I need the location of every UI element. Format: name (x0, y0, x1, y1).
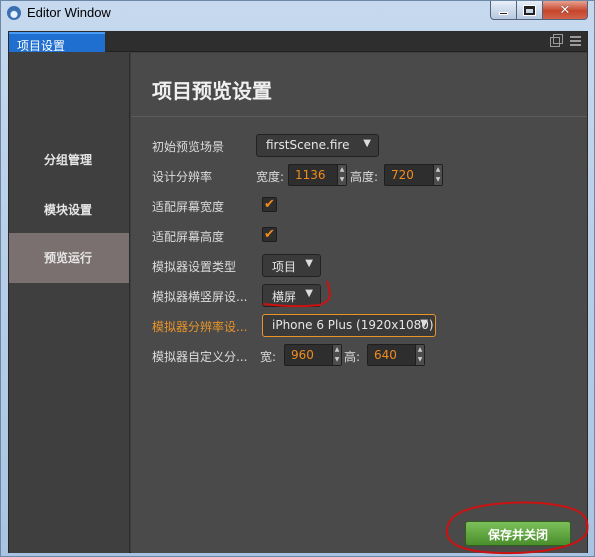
row-sim-orientation: 模拟器横竖屏设... 横屏 ▼ (152, 284, 572, 308)
page-title: 项目预览设置 (152, 79, 272, 103)
sim-width-input[interactable]: 960 ▲ ▼ (284, 344, 342, 366)
row-sim-type: 模拟器设置类型 项目 ▼ (152, 254, 572, 278)
sim-height-input[interactable]: 640 ▲ ▼ (367, 344, 425, 366)
window-title: Editor Window (27, 5, 111, 20)
panel-menu-icon[interactable] (570, 36, 581, 48)
sim-custom-label: 模拟器自定义分... (152, 350, 248, 364)
tab-bar: 项目设置 (9, 32, 587, 53)
row-start-scene: 初始预览场景 firstScene.fire ▼ (152, 134, 572, 158)
minimize-icon (499, 11, 508, 15)
sidebar-item-preview-run[interactable]: 预览运行 (9, 233, 129, 283)
row-fit-height: 适配屏幕高度 ✔ (152, 224, 572, 248)
settings-sidebar: 分组管理 模块设置 预览运行 (9, 53, 130, 553)
sidebar-item-module-settings[interactable]: 模块设置 (9, 185, 129, 235)
title-divider (131, 116, 587, 117)
tab-project-settings[interactable]: 项目设置 (9, 32, 105, 53)
sim-type-label: 模拟器设置类型 (152, 260, 237, 274)
design-width-value: 1136 (295, 168, 326, 182)
sim-height-stepper[interactable]: ▲ ▼ (415, 345, 424, 365)
design-height-stepper[interactable]: ▲ ▼ (433, 165, 442, 185)
settings-content: 项目预览设置 初始预览场景 firstScene.fire ▼ 设计分辨率 宽度… (131, 53, 587, 553)
close-icon: ✕ (559, 2, 571, 18)
maximize-icon (523, 4, 536, 16)
design-height-label: 高度: (350, 170, 379, 184)
close-button[interactable]: ✕ (542, 1, 588, 20)
client-area: 项目设置 分组管理 模块设置 预览运行 项目预览设置 初始预览场景 firstS… (8, 31, 588, 553)
sim-width-label: 宽: (260, 350, 277, 364)
sim-width-value: 960 (291, 348, 314, 362)
fit-height-checkbox[interactable]: ✔ (262, 227, 277, 242)
fit-width-checkbox[interactable]: ✔ (262, 197, 277, 212)
sidebar-item-group-manage[interactable]: 分组管理 (9, 135, 129, 185)
design-width-label: 宽度: (256, 170, 285, 184)
sim-resolution-value: iPhone 6 Plus (1920x1080) (272, 318, 434, 332)
sim-type-dropdown[interactable]: 项目 ▼ (262, 254, 321, 277)
chevron-down-icon: ▼ (305, 258, 313, 269)
sim-orientation-label: 模拟器横竖屏设... (152, 290, 248, 304)
app-icon (7, 6, 21, 20)
design-width-stepper[interactable]: ▲ ▼ (337, 165, 346, 185)
minimize-button[interactable] (490, 1, 517, 20)
spin-down-icon: ▼ (417, 356, 423, 363)
chevron-down-icon: ▼ (305, 288, 313, 299)
fit-height-label: 适配屏幕高度 (152, 230, 225, 244)
start-scene-dropdown[interactable]: firstScene.fire ▼ (256, 134, 379, 157)
maximize-button[interactable] (516, 1, 543, 20)
sim-orientation-value: 横屏 (272, 290, 297, 304)
sim-width-stepper[interactable]: ▲ ▼ (332, 345, 341, 365)
chevron-down-icon: ▼ (363, 138, 371, 149)
tab-tools (550, 34, 581, 48)
design-res-label: 设计分辨率 (152, 170, 213, 184)
chevron-down-icon: ▼ (420, 318, 428, 329)
sim-type-value: 项目 (272, 260, 297, 274)
design-width-input[interactable]: 1136 ▲ ▼ (288, 164, 347, 186)
sim-orientation-dropdown[interactable]: 横屏 ▼ (262, 284, 321, 307)
spin-up-icon: ▲ (435, 166, 441, 173)
spin-up-icon: ▲ (334, 346, 340, 353)
spin-up-icon: ▲ (417, 346, 423, 353)
title-bar[interactable]: Editor Window ✕ (1, 1, 594, 27)
spin-up-icon: ▲ (339, 166, 345, 173)
sim-resolution-label: 模拟器分辨率设... (152, 320, 248, 334)
start-scene-value: firstScene.fire (266, 138, 350, 152)
sim-height-value: 640 (374, 348, 397, 362)
save-and-close-button[interactable]: 保存并关闭 (465, 521, 571, 546)
spin-down-icon: ▼ (339, 176, 345, 183)
row-sim-custom: 模拟器自定义分... 宽: 960 ▲ ▼ 高: 640 ▲ ▼ (152, 344, 572, 368)
row-design-resolution: 设计分辨率 宽度: 1136 ▲ ▼ 高度: 720 ▲ ▼ (152, 164, 572, 188)
restore-panel-icon[interactable] (550, 34, 563, 47)
sim-height-label: 高: (344, 350, 361, 364)
design-height-value: 720 (391, 168, 414, 182)
editor-window: Editor Window ✕ 项目设置 分组管理 模块设置 预览运行 项目预览… (0, 0, 595, 557)
row-fit-width: 适配屏幕宽度 ✔ (152, 194, 572, 218)
sim-resolution-dropdown[interactable]: iPhone 6 Plus (1920x1080) ▼ (262, 314, 436, 337)
row-sim-resolution: 模拟器分辨率设... iPhone 6 Plus (1920x1080) ▼ (152, 314, 572, 338)
start-scene-label: 初始预览场景 (152, 140, 225, 154)
design-height-input[interactable]: 720 ▲ ▼ (384, 164, 443, 186)
fit-width-label: 适配屏幕宽度 (152, 200, 225, 214)
spin-down-icon: ▼ (334, 356, 340, 363)
spin-down-icon: ▼ (435, 176, 441, 183)
